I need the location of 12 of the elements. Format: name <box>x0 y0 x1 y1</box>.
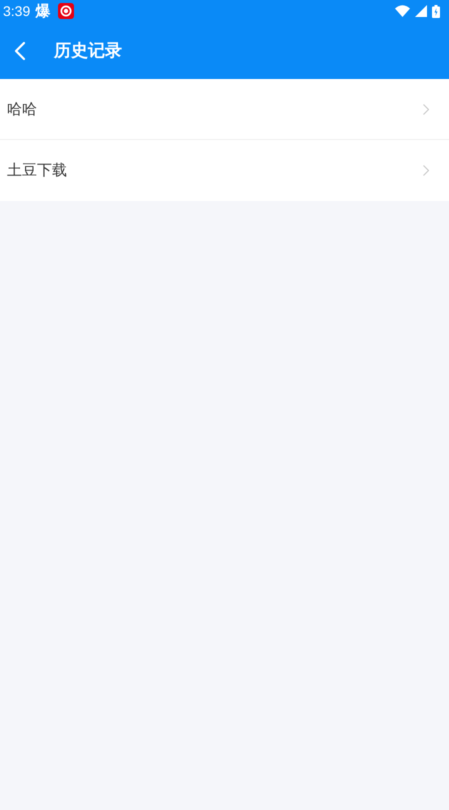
signal-icon <box>415 5 427 17</box>
app-notification-icon <box>58 3 74 19</box>
wifi-icon <box>395 5 410 17</box>
notification-glyph: 爆 <box>35 2 50 20</box>
status-time: 3:39 <box>3 3 30 19</box>
battery-icon <box>432 4 440 18</box>
page-title: 历史记录 <box>54 40 122 62</box>
back-button[interactable] <box>13 40 27 60</box>
chevron-right-icon <box>423 104 429 114</box>
history-item[interactable]: 土豆下载 <box>0 140 449 201</box>
history-item[interactable]: 哈哈 <box>0 79 449 140</box>
chevron-right-icon <box>423 165 429 176</box>
